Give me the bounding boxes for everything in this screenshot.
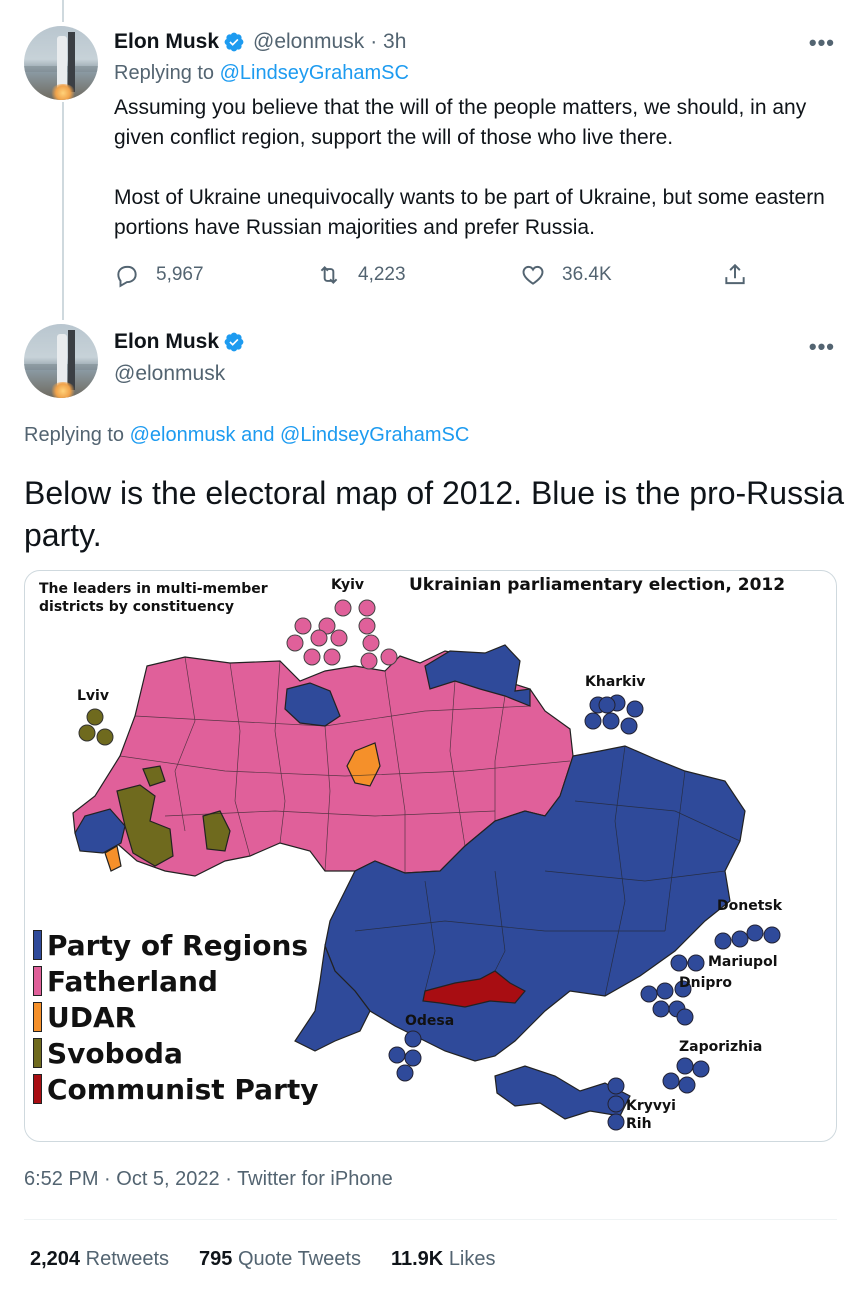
map-subtitle: The leaders in multi-member districts by… — [39, 580, 268, 616]
legend-label: Fatherland — [47, 964, 218, 998]
legend-label: UDAR — [47, 1000, 137, 1034]
city-label-odesa: Odesa — [405, 1013, 455, 1029]
more-icon[interactable]: ••• — [809, 30, 835, 56]
retweets-count: 2,204 — [30, 1248, 81, 1270]
more-icon-main[interactable]: ••• — [809, 334, 835, 360]
legend-label: Svoboda — [47, 1036, 183, 1070]
legend-item: Party of Regions — [33, 927, 319, 963]
donetsk-dots — [714, 924, 781, 950]
legend-swatch — [33, 930, 42, 960]
map-title: Ukrainian parliamentary election, 2012 — [409, 575, 786, 595]
region-crimea — [494, 1065, 631, 1120]
main-tweet-text: Below is the electoral map of 2012. Blue… — [24, 475, 844, 553]
tweet-paragraph-1: Assuming you believe that the will of th… — [114, 96, 807, 149]
legend-item: UDAR — [33, 999, 319, 1035]
legend-item: Communist Party — [33, 1071, 319, 1107]
verified-badge-icon — [224, 332, 244, 352]
city-label-dnipro: Dnipro — [679, 975, 732, 991]
author-name[interactable]: Elon Musk — [114, 30, 219, 54]
like-count: 36.4K — [562, 264, 612, 285]
tweet-text: Assuming you believe that the will of th… — [114, 93, 834, 243]
map-subtitle-line-2: districts by constituency — [39, 599, 235, 615]
main-replying-to: Replying to @elonmusk and @LindseyGraham… — [24, 424, 469, 447]
heart-icon — [522, 265, 544, 285]
retweet-icon — [320, 266, 338, 284]
map-legend: Party of Regions Fatherland UDAR Svoboda… — [33, 927, 319, 1107]
like-button[interactable]: 36.4K — [520, 262, 612, 288]
legend-swatch — [33, 1002, 42, 1032]
quote-tweets-stat[interactable]: 795 Quote Tweets — [199, 1248, 361, 1271]
legend-swatch — [33, 1038, 42, 1068]
retweets-label: Retweets — [85, 1248, 169, 1270]
reply-mention-link-2[interactable]: @LindseyGrahamSC — [280, 424, 469, 446]
replying-to: Replying to @LindseyGrahamSC — [114, 62, 409, 85]
city-label-donetsk: Donetsk — [717, 898, 783, 914]
reply-and-label: and — [241, 424, 275, 446]
reply-count: 5,967 — [156, 264, 204, 285]
tweet-media-image[interactable]: The leaders in multi-member districts by… — [24, 570, 837, 1142]
avatar-main[interactable] — [24, 324, 98, 398]
reply-mention-link[interactable]: @LindseyGrahamSC — [220, 62, 409, 84]
tweet-actions: 5,967 4,223 36.4K — [114, 262, 754, 292]
retweet-button[interactable]: 4,223 — [316, 262, 406, 288]
city-label-zaporizhia: Zaporizhia — [679, 1039, 763, 1055]
map-subtitle-line-1: The leaders in multi-member — [39, 581, 268, 597]
tweet-header: Elon Musk @elonmusk · 3h — [114, 30, 406, 54]
verified-badge-icon — [224, 32, 244, 52]
reply-icon — [117, 265, 137, 288]
thread-line — [62, 102, 64, 320]
legend-item: Svoboda — [33, 1035, 319, 1071]
legend-item: Fatherland — [33, 963, 319, 999]
share-button[interactable] — [722, 262, 748, 288]
main-replying-label: Replying to — [24, 424, 125, 446]
tweet-timestamp[interactable]: 6:52 PM · Oct 5, 2022 · Twitter for iPho… — [24, 1168, 393, 1191]
kryvyi-rih-dots — [607, 1077, 625, 1131]
city-label-lviv: Lviv — [77, 688, 109, 704]
kharkiv-dots — [584, 694, 644, 735]
avatar[interactable] — [24, 26, 98, 100]
city-label-rih: Rih — [626, 1116, 652, 1132]
reply-button[interactable]: 5,967 — [114, 262, 204, 288]
likes-count: 11.9K — [390, 1248, 444, 1270]
main-author-name[interactable]: Elon Musk — [114, 330, 219, 354]
kyiv-dots — [286, 599, 398, 670]
quote-tweets-label: Quote Tweets — [237, 1248, 361, 1270]
reply-mention-link-1[interactable]: @elonmusk — [130, 424, 236, 446]
legend-swatch — [33, 1074, 42, 1104]
divider — [24, 1219, 837, 1220]
odesa-dots — [388, 1030, 422, 1082]
tweet-time[interactable]: · 3h — [370, 30, 406, 54]
legend-label: Party of Regions — [47, 928, 309, 962]
retweet-count: 4,223 — [358, 264, 406, 285]
tweet-paragraph-2: Most of Ukraine unequivocally wants to b… — [114, 186, 825, 239]
tweet-stats: 2,204 Retweets 795 Quote Tweets 11.9K Li… — [30, 1248, 526, 1271]
lviv-dots — [78, 708, 114, 746]
likes-stat[interactable]: 11.9K Likes — [391, 1248, 496, 1271]
legend-label: Communist Party — [47, 1072, 319, 1106]
author-handle[interactable]: @elonmusk — [253, 30, 364, 54]
main-author-name-row: Elon Musk — [114, 330, 245, 354]
share-icon — [725, 263, 745, 285]
retweets-stat[interactable]: 2,204 Retweets — [30, 1248, 169, 1271]
mariupol-dots — [670, 954, 705, 972]
replying-label: Replying to — [114, 62, 215, 84]
zaporizhia-dots — [662, 1057, 710, 1094]
city-label-mariupol: Mariupol — [708, 954, 778, 970]
city-label-kharkiv: Kharkiv — [585, 674, 646, 690]
city-label-kyiv: Kyiv — [331, 577, 365, 593]
city-label-kryvyi: Kryvyi — [626, 1098, 676, 1114]
quote-tweets-count: 795 — [199, 1248, 233, 1270]
thread-line-top — [62, 0, 64, 22]
city-label-kryvyi-rih: Kryvyi Rih — [626, 1097, 676, 1133]
likes-label: Likes — [448, 1248, 496, 1270]
main-author-handle[interactable]: @elonmusk — [114, 362, 225, 386]
legend-swatch — [33, 966, 42, 996]
